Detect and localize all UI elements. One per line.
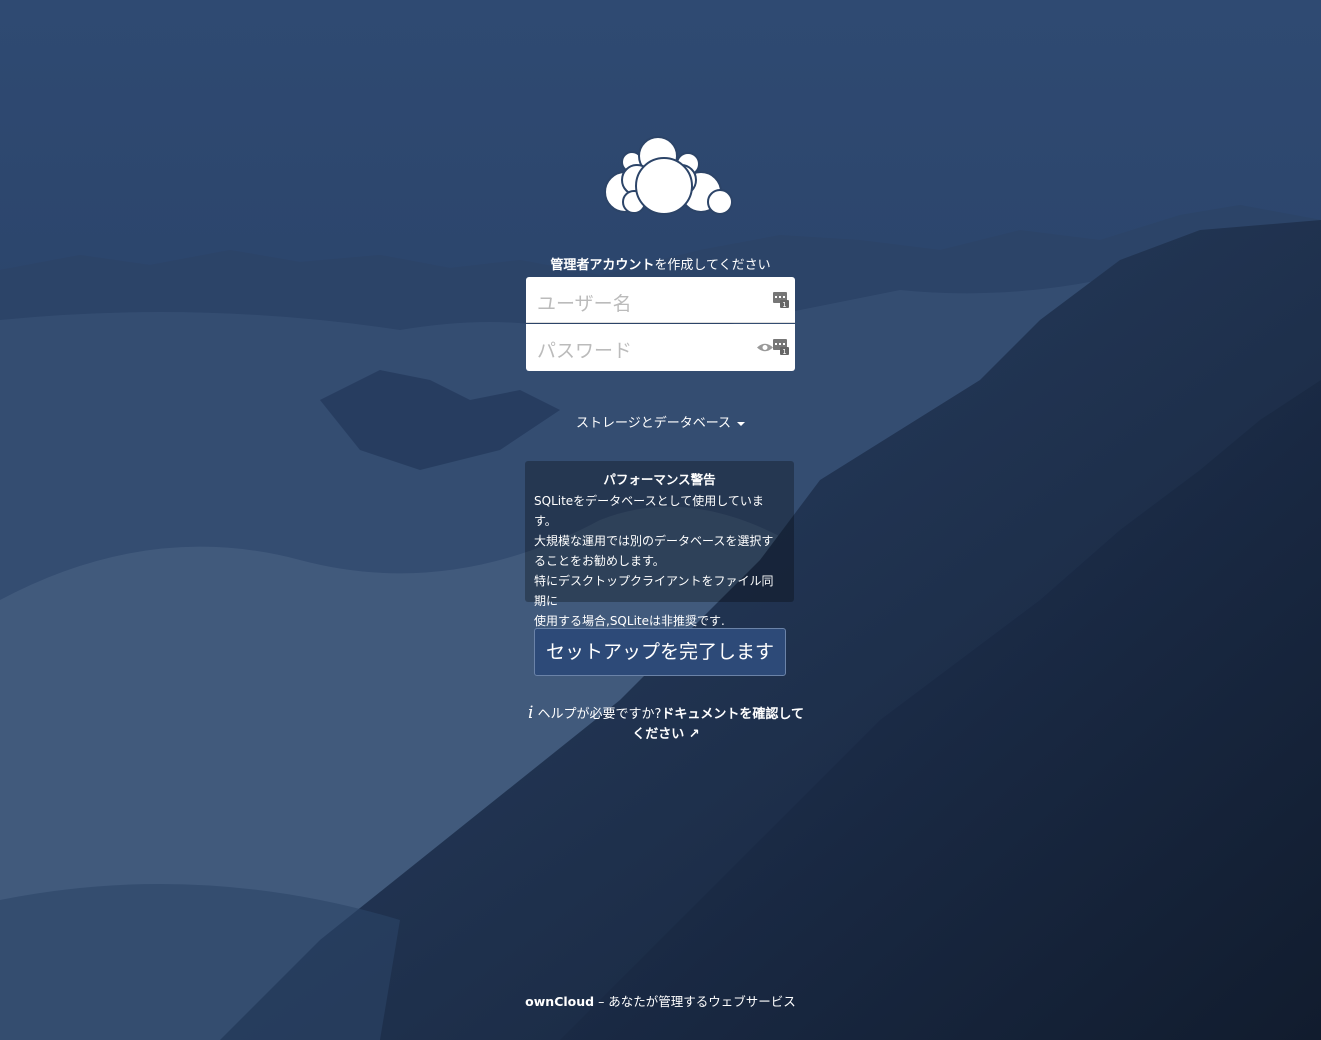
performance-warning: パフォーマンス警告 SQLiteをデータベースとして使用しています。 大規模な運…: [525, 461, 794, 628]
password-placeholder: パスワード: [537, 340, 633, 362]
title-bold: 管理者アカウント: [550, 258, 655, 273]
keyboard-icon: 1: [773, 292, 789, 308]
footer: ownCloud – あなたが管理するウェブサービス: [0, 991, 1321, 1010]
footer-tagline: – あなたが管理するウェブサービス: [594, 994, 796, 1009]
storage-database-toggle[interactable]: ストレージとデータベース: [0, 412, 1321, 431]
username-field[interactable]: ユーザー名 1: [526, 277, 795, 323]
finish-setup-button[interactable]: セットアップを完了します: [534, 628, 786, 676]
help-question: ヘルプが必要ですか?: [537, 707, 662, 722]
keyboard-icon: 1: [773, 339, 789, 355]
show-password-icon[interactable]: [757, 342, 773, 353]
warning-line: 特にデスクトップクライアントをファイル同期に: [534, 574, 774, 608]
svg-text:1: 1: [782, 301, 786, 308]
warning-line: SQLiteをデータベースとして使用しています。: [534, 494, 764, 528]
footer-brand[interactable]: ownCloud: [525, 994, 594, 1009]
page-title: 管理者アカウントを作成してください: [0, 254, 1321, 273]
warning-line: ることをお勧めします。: [534, 554, 665, 568]
title-rest: を作成してください: [654, 258, 771, 273]
caret-down-icon: [737, 421, 746, 426]
owncloud-logo: [604, 136, 733, 215]
info-icon: i: [528, 703, 534, 723]
username-placeholder: ユーザー名: [537, 293, 632, 315]
help-text: i ヘルプが必要ですか?ドキュメントを確認してください ↗: [526, 703, 806, 745]
warning-line: 大規模な運用では別のデータベースを選択す: [534, 534, 774, 548]
storage-label: ストレージとデータベース: [575, 416, 732, 431]
warning-title: パフォーマンス警告: [603, 472, 716, 487]
password-field[interactable]: パスワード 1: [526, 324, 795, 371]
svg-text:1: 1: [782, 348, 786, 355]
